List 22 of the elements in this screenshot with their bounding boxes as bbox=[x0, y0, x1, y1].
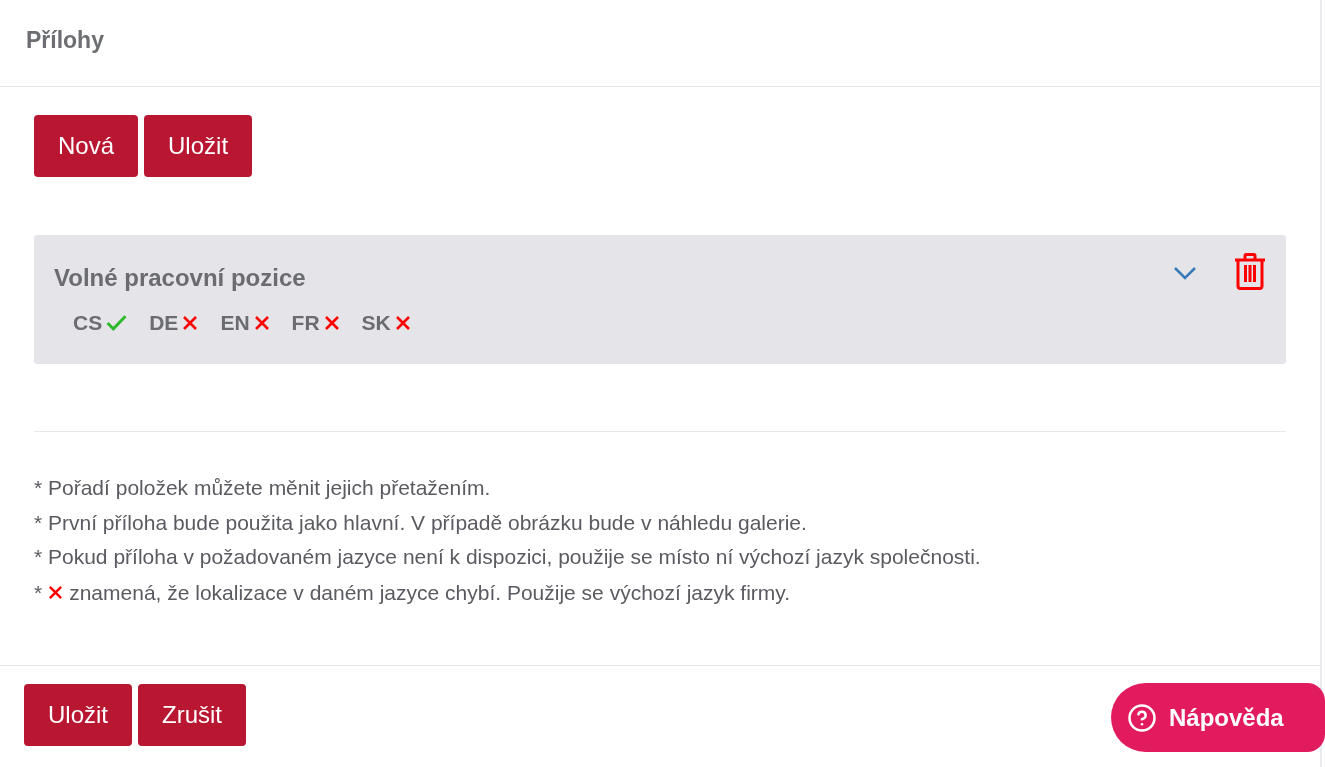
note-text: * Pokud příloha v požadovaném jazyce není k dispozici, použije se místo ní výchozí jazyk společnosti. bbox=[34, 544, 981, 571]
note-text: znamená, že lokalizace v daném jazyce chybí. Použije se výchozí jazyk firmy. bbox=[69, 581, 791, 603]
help-icon bbox=[1127, 702, 1157, 733]
language-code: DE bbox=[149, 312, 179, 333]
trash-icon[interactable] bbox=[1234, 253, 1266, 290]
action-button[interactable]: Nová bbox=[34, 115, 139, 177]
chevron-down-icon[interactable] bbox=[1174, 267, 1196, 280]
language-code: EN bbox=[220, 312, 250, 333]
language-code: FR bbox=[291, 312, 320, 333]
language-code: CS bbox=[73, 312, 103, 333]
note-bullet: * bbox=[34, 581, 43, 603]
note-text: * Pořadí položek můžete měnit jejich přetažením. bbox=[34, 475, 491, 501]
cross-icon bbox=[48, 584, 64, 600]
action-button[interactable]: Zrušit bbox=[138, 684, 246, 746]
panel-title: Přílohy bbox=[26, 27, 104, 53]
attachment-card[interactable]: Volné pracovní pozice CS DE EN FR SK bbox=[34, 235, 1286, 364]
attachment-title: Volné pracovní pozice bbox=[54, 263, 306, 293]
action-button[interactable]: Uložit bbox=[144, 115, 253, 177]
action-button[interactable]: Uložit bbox=[24, 684, 132, 746]
help-button[interactable]: Nápověda bbox=[1111, 683, 1325, 752]
note-text: * První příloha bude použita jako hlavní. V případě obrázku bude v náhledu galerie. bbox=[34, 509, 807, 536]
language-code: SK bbox=[361, 312, 391, 333]
